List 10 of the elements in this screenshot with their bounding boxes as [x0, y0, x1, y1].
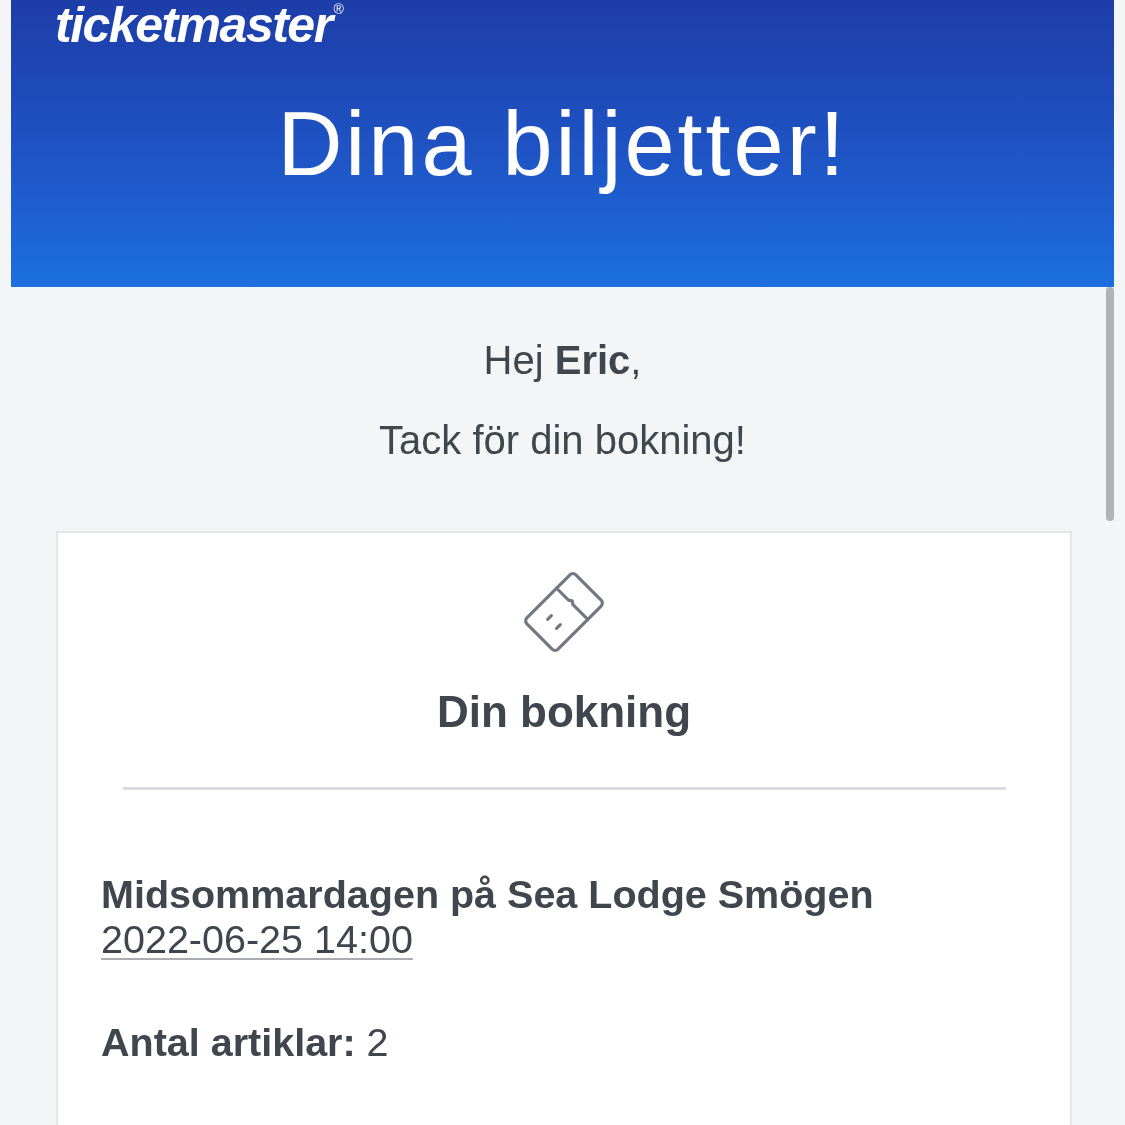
greeting-text: Hej Eric, — [482, 337, 643, 383]
item-count-text: Antal artiklar: 2 — [101, 1020, 390, 1065]
ticket-icon — [522, 570, 606, 654]
event-name: Midsommardagen på Sea Lodge Smögen — [101, 872, 875, 917]
event-date-link[interactable]: 2022-06-25 14:00 — [101, 917, 413, 961]
thank-you-text: Tack för din bokning! — [378, 417, 747, 463]
scrollbar-thumb[interactable] — [1106, 287, 1114, 521]
logo-wordmark[interactable]: ticketmaster$^{®}$ — [55, 0, 343, 50]
banner-title: Dina biljetter! — [277, 93, 848, 196]
card-heading: Din bokning — [435, 686, 693, 738]
